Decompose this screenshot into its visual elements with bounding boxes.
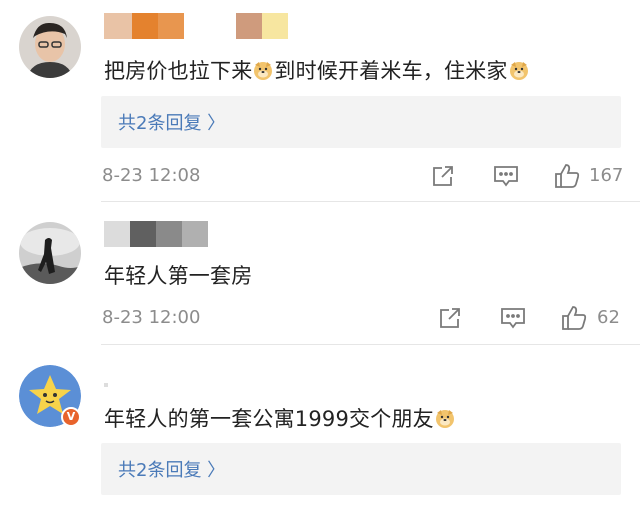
reply-preview-box: 共2条回复 〉 xyxy=(101,443,621,495)
doge-emoji-icon xyxy=(508,59,530,86)
comment-timestamp: 8-23 12:08 xyxy=(102,165,201,186)
doge-emoji-icon xyxy=(434,407,456,434)
comment-timestamp: 8-23 12:00 xyxy=(102,307,201,328)
thumbs-up-icon[interactable] xyxy=(553,162,581,194)
view-replies-link[interactable]: 共2条回复 〉 xyxy=(118,109,225,135)
username-blurred[interactable] xyxy=(104,221,208,247)
reply-preview-box: 共2条回复 〉 xyxy=(101,96,621,148)
comment-text: 年轻人第一套房 xyxy=(104,264,253,288)
share-icon[interactable] xyxy=(438,306,462,334)
avatar[interactable] xyxy=(19,16,81,78)
comment-item: V 年轻人的第一套公寓1999交个朋友 共2条回复 〉 xyxy=(0,345,640,507)
avatar[interactable] xyxy=(19,222,81,284)
comment-item: 把房价也拉下来 到时候开着米车，住米家 共2条回复 〉 8-23 12:08 16… xyxy=(0,0,640,200)
like-count: 167 xyxy=(589,165,624,186)
username-blurred[interactable] xyxy=(104,383,108,387)
comment-text: 年轻人的第一套公寓1999交个朋友 xyxy=(104,403,456,434)
share-icon[interactable] xyxy=(431,164,455,192)
verified-badge-icon: V xyxy=(61,407,81,427)
like-count: 62 xyxy=(597,307,620,328)
username-blurred[interactable] xyxy=(104,13,288,39)
thumbs-up-icon[interactable] xyxy=(560,304,588,336)
view-replies-link[interactable]: 共2条回复 〉 xyxy=(118,456,225,482)
comment-icon[interactable] xyxy=(500,306,526,334)
doge-emoji-icon xyxy=(252,59,274,86)
comment-text: 把房价也拉下来 到时候开着米车，住米家 xyxy=(104,55,530,86)
comment-icon[interactable] xyxy=(493,164,519,192)
avatar[interactable]: V xyxy=(19,365,81,427)
comment-item: 年轻人第一套房 8-23 12:00 62 xyxy=(0,202,640,345)
